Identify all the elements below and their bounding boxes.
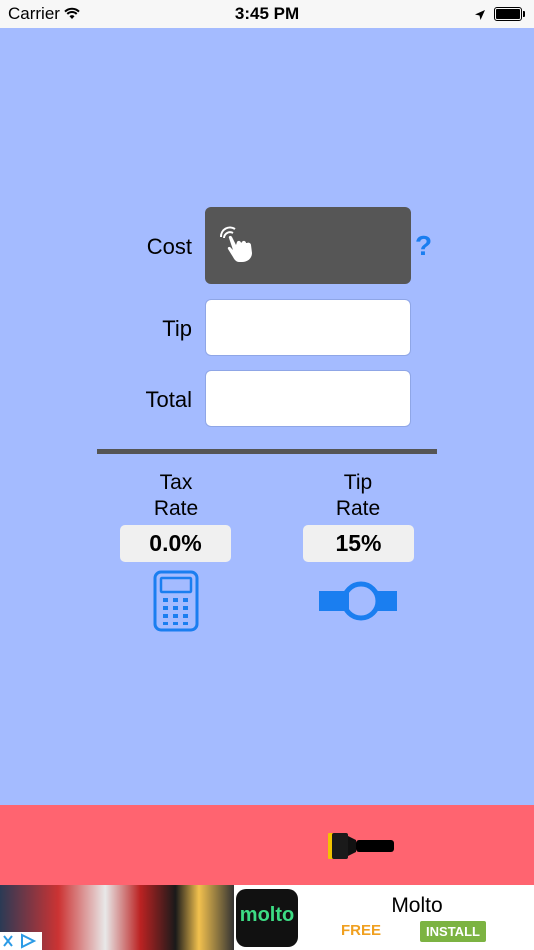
bottom-bar: [0, 805, 534, 885]
divider: [97, 449, 437, 454]
ad-price: FREE: [341, 922, 382, 939]
battery-icon: [494, 7, 522, 21]
tip-output: [205, 299, 411, 356]
battery-cap: [523, 11, 525, 17]
tax-rate-title-line1: Tax: [159, 471, 193, 494]
tip-rate-value: 15%: [303, 525, 414, 562]
ad-app-icon-text: molto: [239, 904, 295, 926]
cost-label: Cost: [146, 234, 192, 259]
status-bar: Carrier 3:45 PM: [0, 0, 534, 28]
calculator-icon[interactable]: [153, 570, 199, 637]
question-icon[interactable]: ?: [415, 230, 432, 262]
total-output: [205, 370, 411, 427]
status-time: 3:45 PM: [234, 4, 300, 23]
flashlight-icon[interactable]: [326, 832, 396, 865]
tax-rate-value: 0.0%: [120, 525, 231, 562]
tip-rate-title-line1: Tip: [343, 471, 373, 494]
tax-rate-title-line2: Rate: [153, 497, 199, 520]
ad-app-icon[interactable]: molto: [236, 889, 298, 947]
slider-icon[interactable]: [318, 580, 398, 627]
location-arrow-icon: [474, 6, 486, 26]
ad-choices-icon[interactable]: [0, 932, 42, 950]
tip-rate-title: Tip Rate: [298, 470, 418, 522]
cost-input[interactable]: [205, 207, 411, 284]
tip-rate-title-line2: Rate: [335, 497, 381, 520]
ad-app-name[interactable]: Molto: [300, 894, 534, 918]
ad-banner[interactable]: molto Molto FREE INSTALL: [0, 885, 534, 950]
ad-install-button[interactable]: INSTALL: [420, 921, 486, 942]
tax-rate-title: Tax Rate: [116, 470, 236, 522]
tap-hand-icon: [215, 225, 257, 270]
tip-label: Tip: [162, 316, 192, 341]
total-label: Total: [145, 387, 192, 412]
